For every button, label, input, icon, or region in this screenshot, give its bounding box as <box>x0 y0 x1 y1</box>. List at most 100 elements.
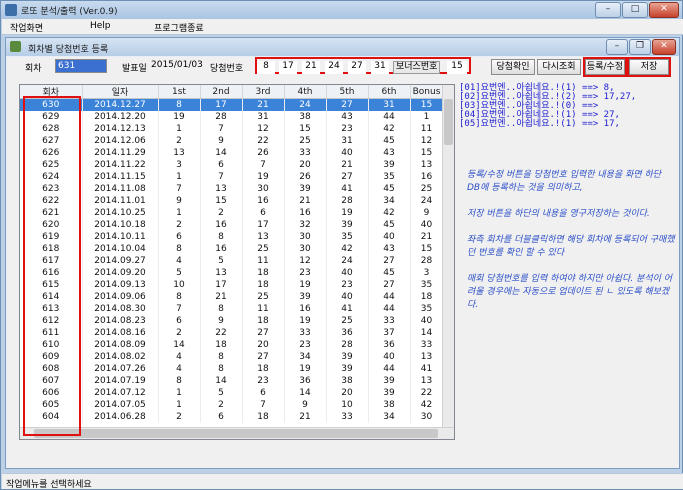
table-row[interactable]: 612 2014.08.23 6 9 18 19 25 33 40 <box>20 314 444 327</box>
table-cell: 2014.09.20 <box>82 266 159 279</box>
inner-close-icon[interactable]: ✕ <box>652 39 676 55</box>
column-header[interactable]: 일자 <box>82 85 159 99</box>
table-cell: 21 <box>242 98 285 111</box>
column-header[interactable]: 2nd <box>200 85 243 99</box>
table-row[interactable]: 625 2014.11.22 3 6 7 20 21 39 13 <box>20 158 444 171</box>
table-cell: 45 <box>368 218 411 231</box>
round-cell: 613 <box>20 302 83 315</box>
table-cell: 23 <box>326 122 369 135</box>
table-row[interactable]: 628 2014.12.13 1 7 12 15 23 42 11 <box>20 122 444 135</box>
menu-exit[interactable]: 프로그램종료 <box>154 21 204 34</box>
check-button[interactable]: 당첨확인 <box>491 59 535 75</box>
table-row[interactable]: 610 2014.08.09 14 18 20 23 28 36 33 <box>20 338 444 351</box>
table-row[interactable]: 626 2014.11.29 13 14 26 33 40 43 15 <box>20 146 444 159</box>
history-grid[interactable]: 회차 일자 1st 2nd 3rd 4th 5th 6th Bonus 630 2014.12.2… <box>19 84 455 440</box>
table-cell: 11 <box>410 122 444 135</box>
table-row[interactable]: 621 2014.10.25 1 2 6 16 19 42 9 <box>20 206 444 219</box>
table-row[interactable]: 630 2014.12.27 8 17 21 24 27 31 15 <box>20 98 444 111</box>
vscroll-thumb[interactable] <box>444 99 453 145</box>
number-input-4[interactable]: 24 <box>325 61 343 74</box>
table-row[interactable]: 629 2014.12.20 19 28 31 38 43 44 1 <box>20 110 444 123</box>
number-input-5[interactable]: 27 <box>348 61 366 74</box>
number-input-6[interactable]: 31 <box>371 61 389 74</box>
column-header[interactable]: Bonus <box>410 85 444 99</box>
table-row[interactable]: 617 2014.09.27 4 5 11 12 24 27 28 <box>20 254 444 267</box>
number-input-3[interactable]: 21 <box>302 61 320 74</box>
table-cell: 15 <box>200 194 243 207</box>
app-title-bar: 로또 분석/출력 (Ver.0.9) – □ ✕ <box>1 1 682 19</box>
table-cell: 22 <box>242 134 285 147</box>
table-row[interactable]: 607 2014.07.19 8 14 23 36 38 39 13 <box>20 374 444 387</box>
table-cell: 42 <box>326 242 369 255</box>
table-row[interactable]: 622 2014.11.01 9 15 16 21 28 34 24 <box>20 194 444 207</box>
register-button[interactable]: 등록/수정 <box>583 57 627 77</box>
table-cell: 10 <box>158 278 201 291</box>
table-cell: 23 <box>242 374 285 387</box>
column-header[interactable]: 회차 <box>20 85 83 99</box>
table-cell: 25 <box>242 290 285 303</box>
table-cell: 5 <box>200 254 243 267</box>
column-header[interactable]: 3rd <box>242 85 285 99</box>
table-row[interactable]: 613 2014.08.30 7 8 11 16 41 44 35 <box>20 302 444 315</box>
table-row[interactable]: 616 2014.09.20 5 13 18 23 40 45 3 <box>20 266 444 279</box>
column-header[interactable]: 5th <box>326 85 369 99</box>
table-cell: 21 <box>284 410 327 423</box>
table-row[interactable]: 619 2014.10.11 6 8 13 30 35 40 21 <box>20 230 444 243</box>
table-cell: 7 <box>200 170 243 183</box>
table-row[interactable]: 606 2014.07.12 1 5 6 14 20 39 22 <box>20 386 444 399</box>
column-header[interactable]: 4th <box>284 85 327 99</box>
number-input-2[interactable]: 17 <box>279 61 297 74</box>
round-label: 회차 <box>25 64 42 74</box>
table-cell: 8 <box>200 302 243 315</box>
table-row[interactable]: 608 2014.07.26 4 8 18 19 39 44 41 <box>20 362 444 375</box>
table-row[interactable]: 614 2014.09.06 8 21 25 39 40 44 18 <box>20 290 444 303</box>
table-row[interactable]: 604 2014.06.28 2 6 18 21 33 34 30 <box>20 410 444 423</box>
table-cell: 19 <box>326 206 369 219</box>
menu-workscreen[interactable]: 작업화면 <box>10 21 43 34</box>
table-row[interactable]: 620 2014.10.18 2 16 17 32 39 45 40 <box>20 218 444 231</box>
table-cell: 19 <box>284 278 327 291</box>
close-icon[interactable]: ✕ <box>649 2 679 18</box>
table-cell: 13 <box>410 350 444 363</box>
table-cell: 18 <box>242 266 285 279</box>
table-row[interactable]: 623 2014.11.08 7 13 30 39 41 45 25 <box>20 182 444 195</box>
column-header[interactable]: 6th <box>368 85 411 99</box>
maximize-icon[interactable]: □ <box>622 2 648 18</box>
reload-button[interactable]: 다시조회 <box>537 59 581 75</box>
table-cell: 26 <box>284 170 327 183</box>
table-cell: 33 <box>410 338 444 351</box>
save-button[interactable]: 저장 <box>627 57 671 77</box>
table-row[interactable]: 611 2014.08.16 2 22 27 33 36 37 14 <box>20 326 444 339</box>
table-cell: 24 <box>410 194 444 207</box>
number-input-1[interactable]: 8 <box>257 61 275 74</box>
table-row[interactable]: 609 2014.08.02 4 8 27 34 39 40 13 <box>20 350 444 363</box>
minimize-icon[interactable]: – <box>595 2 621 18</box>
table-row[interactable]: 624 2014.11.15 1 7 19 26 27 35 16 <box>20 170 444 183</box>
table-row[interactable]: 618 2014.10.04 8 16 25 30 42 43 15 <box>20 242 444 255</box>
column-header[interactable]: 1st <box>158 85 201 99</box>
table-cell: 18 <box>410 290 444 303</box>
winning-numbers-box: 8 17 21 24 27 31 보너스번호 15 <box>255 57 471 74</box>
table-cell: 39 <box>326 362 369 375</box>
bonus-input[interactable]: 15 <box>447 61 467 74</box>
table-cell: 7 <box>242 158 285 171</box>
round-input[interactable]: 631 <box>55 59 107 73</box>
menu-help[interactable]: Help <box>90 21 111 31</box>
table-cell: 2014.12.20 <box>82 110 159 123</box>
date-input[interactable]: 2015/01/03 <box>149 59 203 73</box>
table-row[interactable]: 605 2014.07.05 1 2 7 9 10 38 42 <box>20 398 444 411</box>
table-cell: 15 <box>410 98 444 111</box>
table-row[interactable]: 627 2014.12.06 2 9 22 25 31 45 12 <box>20 134 444 147</box>
hscroll-thumb[interactable] <box>34 429 438 438</box>
table-cell: 35 <box>410 278 444 291</box>
table-cell: 28 <box>326 338 369 351</box>
table-row[interactable]: 615 2014.09.13 10 17 18 19 23 27 35 <box>20 278 444 291</box>
vertical-scrollbar[interactable] <box>442 85 454 427</box>
table-cell: 17 <box>242 218 285 231</box>
inner-restore-icon[interactable]: ❐ <box>629 39 651 55</box>
status-bar: 작업메뉴를 선택하세요 <box>2 473 683 490</box>
table-cell: 20 <box>284 158 327 171</box>
horizontal-scrollbar[interactable] <box>20 427 454 439</box>
round-cell: 605 <box>20 398 83 411</box>
inner-minimize-icon[interactable]: – <box>606 39 628 55</box>
